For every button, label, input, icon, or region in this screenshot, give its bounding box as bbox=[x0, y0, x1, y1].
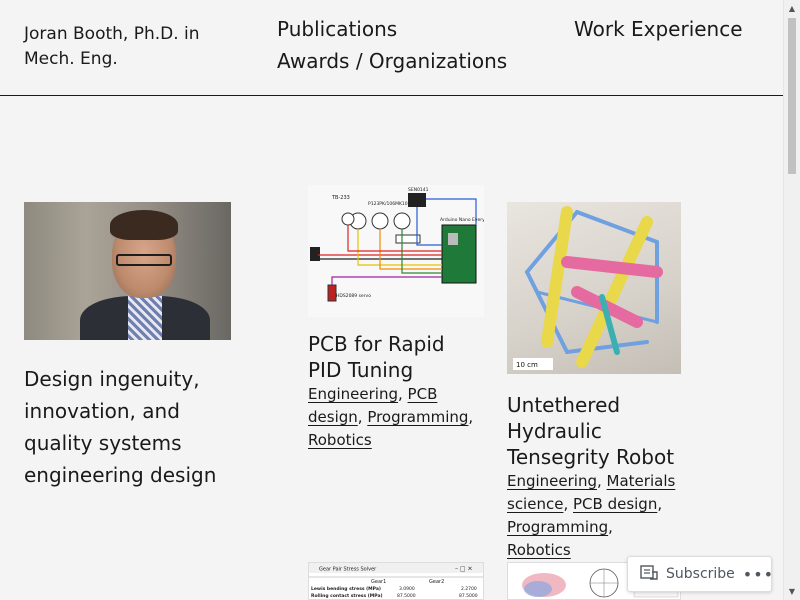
post-categories-robot: Engineering, Materials science, PCB desi… bbox=[507, 472, 676, 559]
subscribe-bar: Subscribe ••• bbox=[627, 556, 773, 592]
pcb-label-sen: SEN0141 bbox=[408, 187, 429, 193]
gear-row-2-label: Rolling contact stress (MPa) bbox=[311, 593, 383, 599]
profile-photo bbox=[24, 202, 231, 340]
gear-row-1-label: Lewis bending stress (MPa) bbox=[311, 586, 381, 592]
pcb-label-pot: P123PK/106MK10K bbox=[368, 201, 412, 207]
reader-icon bbox=[640, 564, 658, 584]
window-controls: – □ ✕ bbox=[455, 566, 473, 573]
category-link-programming[interactable]: Programming bbox=[507, 518, 608, 536]
category-link-engineering[interactable]: Engineering bbox=[308, 385, 398, 403]
post-thumbnail-pcb-diagram[interactable]: TB-233 P123PK/106MK10K SEN0141 Arduino N… bbox=[308, 185, 484, 317]
gear-solver-window: Gear Pair Stress Solver – □ ✕ Gear1 Gear… bbox=[309, 563, 483, 599]
category-link-robotics[interactable]: Robotics bbox=[308, 431, 372, 449]
site-title[interactable]: Joran Booth, Ph.D. in Mech. Eng. bbox=[24, 22, 224, 72]
robot-photo: 10 cm bbox=[513, 206, 663, 370]
scroll-up-arrow-icon[interactable]: ▲ bbox=[784, 0, 800, 17]
robot-scale-label: 10 cm bbox=[516, 361, 538, 369]
post-title-pcb[interactable]: PCB for Rapid PID Tuning bbox=[308, 331, 468, 383]
pcb-label-arduino: Arduino Nano Every bbox=[440, 217, 484, 223]
pcb-label-servo: HDS2089 servo bbox=[336, 293, 371, 299]
scrollbar[interactable]: ▲ ▼ bbox=[783, 0, 800, 600]
gear-col-2: Gear2 bbox=[429, 579, 444, 585]
photo-shirt bbox=[128, 296, 162, 340]
nav-publications[interactable]: Publications bbox=[277, 17, 397, 41]
category-link-robotics[interactable]: Robotics bbox=[507, 541, 571, 559]
nav-awards-organizations[interactable]: Awards / Organizations bbox=[277, 49, 507, 73]
header-divider bbox=[0, 95, 783, 96]
scroll-down-arrow-icon[interactable]: ▼ bbox=[784, 583, 800, 600]
post-title-tensegrity-robot[interactable]: Untethered Hydraulic Tensegrity Robot bbox=[507, 392, 687, 470]
gear-row-1-v1: 3.0900 bbox=[399, 586, 415, 592]
hero-tagline: Design ingenuity, innovation, and qualit… bbox=[24, 367, 217, 487]
gear-window-title: Gear Pair Stress Solver bbox=[319, 567, 377, 573]
post-thumbnail-tensegrity-robot[interactable]: 10 cm bbox=[507, 202, 681, 374]
post-categories-pcb: Engineering, PCB design, Programming, Ro… bbox=[308, 385, 474, 449]
photo-glasses bbox=[116, 254, 172, 266]
gear-row-1-v2: 2.2700 bbox=[461, 586, 477, 592]
category-link-programming[interactable]: Programming bbox=[367, 408, 468, 426]
category-link-engineering[interactable]: Engineering bbox=[507, 472, 597, 490]
gear-row-2-v2: 87.5000 bbox=[459, 593, 478, 599]
subscribe-label: Subscribe bbox=[666, 566, 735, 582]
photo-hair bbox=[110, 210, 178, 240]
gear-row-2-v1: 87.5000 bbox=[397, 593, 416, 599]
pcb-label-tb: TB-233 bbox=[331, 195, 350, 201]
subscribe-button[interactable]: Subscribe bbox=[628, 557, 743, 591]
scrollbar-thumb[interactable] bbox=[788, 18, 796, 174]
pcb-wiring-diagram: TB-233 P123PK/106MK10K SEN0141 Arduino N… bbox=[310, 187, 484, 302]
post-thumbnail-gear-solver[interactable]: Gear Pair Stress Solver – □ ✕ Gear1 Gear… bbox=[308, 562, 484, 600]
nav-work-experience[interactable]: Work Experience bbox=[574, 17, 743, 41]
gear-col-1: Gear1 bbox=[371, 579, 386, 585]
category-link-pcb-design[interactable]: PCB design bbox=[573, 495, 657, 513]
more-options-button[interactable]: ••• bbox=[743, 565, 784, 584]
